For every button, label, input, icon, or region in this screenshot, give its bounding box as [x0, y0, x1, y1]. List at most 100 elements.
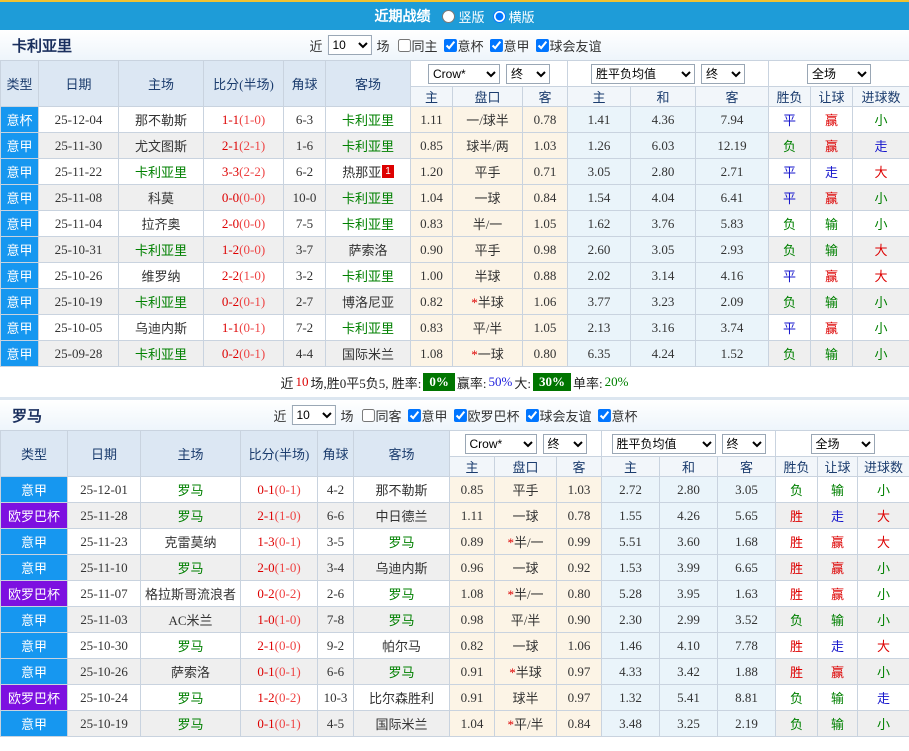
filter-checkbox-label: 意杯 — [611, 408, 638, 424]
home-team: 罗马 — [140, 502, 241, 529]
avg-away-odds: 1.63 — [716, 580, 777, 607]
halftime-score: (0-2) — [274, 585, 301, 601]
result-handicap: 输 — [810, 210, 854, 237]
summary-part: 场,胜0平5负5, 胜率: — [310, 375, 422, 391]
handicap-star: * — [507, 717, 514, 732]
odds-home: 1.08 — [449, 580, 495, 607]
away-team-name: 萨索洛 — [348, 243, 388, 258]
filter-checkbox-0[interactable]: 同客 — [355, 406, 401, 425]
avg-term-select[interactable]: 终 — [701, 63, 746, 84]
match-date: 25-11-04 — [38, 210, 119, 237]
match-scope-select[interactable]: 全场 — [810, 433, 875, 454]
odds-away: 0.98 — [522, 236, 568, 263]
result-handicap: 输 — [817, 710, 859, 737]
avg-home-odds: 5.51 — [601, 528, 660, 555]
odds-home: 0.90 — [410, 236, 453, 263]
match-row: 意甲 25-10-26 萨索洛 0-1(0-1) 6-6 罗马 0.91 *半球 0.97 4.3… — [0, 658, 909, 685]
view-option-horizontal[interactable]: 横版 — [485, 7, 535, 26]
avg-home-odds: 3.77 — [567, 288, 631, 315]
filter-checkbox-input[interactable] — [597, 408, 611, 422]
filter-checkbox-2[interactable]: 意甲 — [484, 36, 530, 55]
avg-type-select[interactable]: 胜平负均值 — [611, 433, 716, 454]
match-score: 2-1(1-0) — [240, 502, 318, 529]
away-team: 罗马 — [353, 606, 450, 633]
corner-score: 10-0 — [283, 184, 326, 211]
match-date: 25-10-05 — [38, 314, 119, 341]
filter-checkbox-input[interactable] — [397, 38, 411, 52]
horizontal-layout-radio[interactable] — [492, 9, 506, 23]
result-handicap: 赢 — [810, 184, 854, 211]
avg-home-odds: 6.35 — [567, 340, 631, 367]
filter-checkbox-4[interactable]: 意杯 — [592, 406, 638, 425]
odds-provider-select[interactable]: Crow* — [464, 433, 537, 454]
result-handicap: 赢 — [810, 262, 854, 289]
view-option-vertical[interactable]: 竖版 — [434, 7, 485, 26]
col-away-header: 客场 — [325, 60, 411, 107]
match-row: 欧罗巴杯 25-11-28 罗马 2-1(1-0) 6-6 中日德兰 1.11 一球 0.78 1… — [0, 502, 909, 529]
vertical-layout-radio[interactable] — [442, 9, 456, 23]
avg-term-select[interactable]: 终 — [721, 433, 766, 454]
filter-checkbox-1[interactable]: 意杯 — [438, 36, 484, 55]
section-header: 罗马 近 10 场 同客 意甲 欧罗巴杯 球会友谊 意杯 — [0, 400, 909, 430]
avg-draw-odds: 2.80 — [659, 476, 718, 503]
odds-term-select[interactable]: 终 — [542, 433, 587, 454]
result-handicap: 输 — [810, 236, 854, 263]
recent-count-select[interactable]: 10 — [327, 35, 372, 55]
match-score: 1-1(1-0) — [203, 106, 284, 133]
result-winloss-header: 胜负 — [768, 86, 812, 107]
match-date: 25-09-28 — [38, 340, 119, 367]
filter-checkbox-3[interactable]: 球会友谊 — [520, 406, 592, 425]
match-score: 0-1(0-1) — [240, 710, 318, 737]
filter-checkbox-input[interactable] — [361, 408, 375, 422]
league-badge: 意甲 — [0, 132, 39, 159]
result-handicap: 赢 — [817, 658, 859, 685]
league-badge: 意甲 — [0, 476, 68, 503]
filter-checkbox-1[interactable]: 意甲 — [401, 406, 448, 425]
avg-home-odds: 3.05 — [567, 158, 631, 185]
filter-checkbox-input[interactable] — [525, 408, 539, 422]
away-team: 国际米兰 — [325, 340, 411, 367]
filter-checkbox-input[interactable] — [407, 408, 421, 422]
avg-type-select[interactable]: 胜平负均值 — [591, 63, 696, 84]
corner-score: 6-2 — [283, 158, 326, 185]
result-goals: 小 — [852, 288, 909, 315]
result-goals: 小 — [857, 606, 909, 633]
avg-odds-group: 胜平负均值终 — [600, 430, 777, 457]
filter-checkbox-0[interactable]: 同主 — [391, 36, 438, 55]
match-date: 25-11-07 — [67, 580, 141, 607]
result-handicap: 赢 — [810, 106, 854, 133]
home-team-name: 罗马 — [177, 509, 204, 524]
home-team: 卡利亚里 — [118, 236, 204, 263]
result-winloss: 平 — [768, 262, 812, 289]
avg-away-odds: 2.93 — [694, 236, 770, 263]
handicap-line: 一球 — [452, 184, 523, 211]
summary-part: 赢率: — [456, 375, 487, 391]
handicap-line: *半球 — [494, 658, 557, 685]
filter-checkbox-input[interactable] — [443, 38, 457, 52]
odds-provider-select[interactable]: Crow* — [428, 63, 500, 84]
league-badge: 意甲 — [0, 158, 39, 185]
odds-home-header: 主 — [449, 456, 495, 477]
home-team: 科莫 — [118, 184, 204, 211]
filter-checkbox-input[interactable] — [489, 38, 503, 52]
result-handicap: 输 — [817, 476, 859, 503]
match-date: 25-12-04 — [38, 106, 119, 133]
recent-count-select[interactable]: 10 — [291, 405, 336, 425]
match-score: 0-1(0-1) — [240, 658, 318, 685]
result-goals: 小 — [857, 476, 909, 503]
odds-home: 0.83 — [410, 210, 453, 237]
red-card-badge: 1 — [382, 165, 394, 178]
summary-part: 0% — [423, 373, 455, 391]
filter-checkbox-input[interactable] — [535, 38, 549, 52]
match-scope-select[interactable]: 全场 — [807, 63, 872, 84]
filter-checkbox-input[interactable] — [453, 408, 467, 422]
filter-checkbox-3[interactable]: 球会友谊 — [530, 36, 602, 55]
odds-home: 1.11 — [449, 502, 495, 529]
home-team-name: 卡利亚里 — [134, 347, 187, 362]
odds-term-select[interactable]: 终 — [506, 63, 550, 84]
away-team: 热那亚 1 — [325, 158, 411, 185]
result-winloss: 胜 — [775, 632, 819, 659]
away-team: 罗马 — [353, 528, 450, 555]
filter-checkbox-2[interactable]: 欧罗巴杯 — [448, 406, 520, 425]
recent-matches-table: 类型 日期 主场 比分(半场) 角球 客场 Crow* 终胜平负均值终全场主盘口客主和客胜负让… — [0, 430, 909, 737]
